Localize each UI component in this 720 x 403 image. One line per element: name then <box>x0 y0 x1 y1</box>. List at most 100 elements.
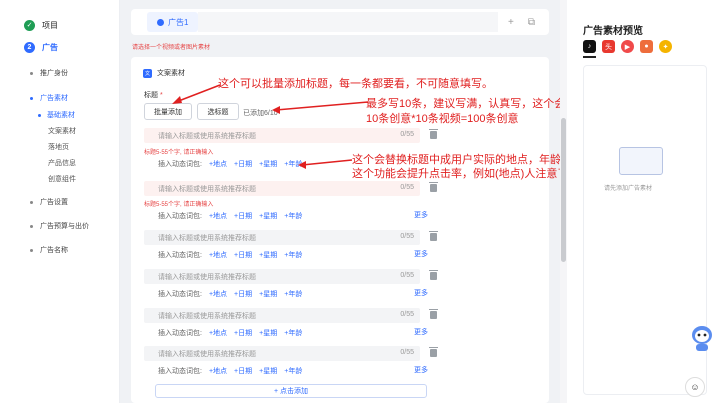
required-mark: * <box>159 92 163 99</box>
tag-location[interactable]: +地点 <box>209 250 227 260</box>
tiktok-icon[interactable]: ♪ <box>583 40 596 53</box>
tag-date[interactable]: +日期 <box>234 211 252 221</box>
click-add-button[interactable]: + 点击添加 <box>155 384 427 398</box>
sidebar-item-ad-name[interactable]: 广告名称 <box>0 241 119 259</box>
title-input[interactable]: 请输入标题或使用系统推荐标题 0/55 <box>144 230 420 245</box>
copy-tab-icon[interactable]: ⧉ <box>528 17 535 28</box>
title-input[interactable]: 请输入标题或使用系统推荐标题 0/55 <box>144 346 420 361</box>
title-input[interactable]: 请输入标题或使用系统推荐标题 0/55 <box>144 128 420 143</box>
dynamic-words-row: 插入动态词包: +地点 +日期 +星期 +年龄 <box>144 288 424 300</box>
annotation-arrow-icon <box>272 101 369 114</box>
tag-weekday[interactable]: +星期 <box>259 289 277 299</box>
annotation-arrow-icon <box>172 84 221 104</box>
tag-age[interactable]: +年龄 <box>284 366 302 376</box>
sidebar: ✓ 项目 2 广告 推广身份 广告素材 基础素材 文案素材 落地页 产品信息 创… <box>0 0 120 403</box>
annotation-batch-add: 这个可以批量添加标题，每一条都要看，不可随意填写。 <box>218 78 493 90</box>
step-project[interactable]: ✓ 项目 <box>0 14 119 36</box>
tag-location[interactable]: +地点 <box>209 289 227 299</box>
trash-icon[interactable] <box>429 182 438 192</box>
sidebar-leaf-copy[interactable]: 文案素材 <box>0 123 119 139</box>
preview-area <box>583 65 707 395</box>
card-title: 文案素材 <box>157 70 185 77</box>
tag-date[interactable]: +日期 <box>234 250 252 260</box>
error-text: 标题5-55个字, 请正确输入 <box>144 150 214 156</box>
insert-label: 插入动态词包: <box>158 161 202 168</box>
char-count: 0/55 <box>400 272 414 279</box>
sidebar-leaf-creative-components[interactable]: 创意组件 <box>0 171 119 187</box>
bullet-icon <box>30 248 33 252</box>
sidebar-leaf-landing-page[interactable]: 落地页 <box>0 139 119 155</box>
more-link[interactable]: 更多 <box>414 327 428 337</box>
more-link[interactable]: 更多 <box>414 210 428 220</box>
scrollbar-thumb[interactable] <box>561 118 566 262</box>
dynamic-words-row: 插入动态词包: +地点 +日期 +星期 +年龄 <box>144 327 424 339</box>
char-count: 0/55 <box>400 233 414 240</box>
title-placeholder: 请输入标题或使用系统推荐标题 <box>158 234 256 242</box>
more-link[interactable]: 更多 <box>414 288 428 298</box>
more-link[interactable]: 更多 <box>414 249 428 259</box>
tag-age[interactable]: +年龄 <box>284 328 302 338</box>
tag-date[interactable]: +日期 <box>234 159 252 169</box>
step-ad[interactable]: 2 广告 <box>0 36 119 58</box>
add-tab-icon[interactable]: + <box>508 17 514 28</box>
trash-icon[interactable] <box>429 270 438 280</box>
insert-label: 插入动态词包: <box>158 330 202 337</box>
bullet-icon <box>30 224 33 228</box>
tag-weekday[interactable]: +星期 <box>259 328 277 338</box>
tag-location[interactable]: +地点 <box>209 366 227 376</box>
tab-ad-1[interactable]: 广告1 <box>147 12 199 32</box>
sidebar-item-budget-bid[interactable]: 广告预算与出价 <box>0 217 119 235</box>
title-input[interactable]: 请输入标题或使用系统推荐标题 0/55 <box>144 308 420 323</box>
tag-age[interactable]: +年龄 <box>284 289 302 299</box>
tab-spacer <box>198 12 499 32</box>
active-platform-indicator <box>583 56 596 58</box>
more-link[interactable]: 更多 <box>414 365 428 375</box>
dynamic-words-row: 插入动态词包: +地点 +日期 +星期 +年龄 <box>144 249 424 261</box>
sidebar-item-ad-creative[interactable]: 广告素材 <box>0 89 119 107</box>
tag-age[interactable]: +年龄 <box>284 211 302 221</box>
sidebar-item-promo-identity[interactable]: 推广身份 <box>0 64 119 82</box>
bullet-icon <box>30 200 33 204</box>
trash-icon[interactable] <box>429 347 438 357</box>
material-hint: 请选择一个视频或者图片素材 <box>132 45 211 51</box>
xigua-icon[interactable]: ▶ <box>621 40 634 53</box>
toutiao-icon[interactable]: 头 <box>602 40 615 53</box>
sidebar-subitem-basic-creative[interactable]: 基础素材 <box>0 107 119 123</box>
tag-weekday[interactable]: +星期 <box>259 211 277 221</box>
title-placeholder: 请输入标题或使用系统推荐标题 <box>158 185 256 193</box>
tag-weekday[interactable]: +星期 <box>259 159 277 169</box>
title-input[interactable]: 请输入标题或使用系统推荐标题 0/55 <box>144 269 420 284</box>
insert-label: 插入动态词包: <box>158 252 202 259</box>
assistant-robot-icon[interactable] <box>690 322 714 352</box>
trash-icon[interactable] <box>429 309 438 319</box>
title-placeholder: 请输入标题或使用系统推荐标题 <box>158 273 256 281</box>
fanqie-icon[interactable]: ● <box>640 40 653 53</box>
tag-date[interactable]: +日期 <box>234 289 252 299</box>
ad-tab-bar: 广告1 + ⧉ <box>131 9 549 35</box>
char-count: 0/55 <box>400 349 414 356</box>
bullet-icon <box>30 96 33 100</box>
tag-weekday[interactable]: +星期 <box>259 366 277 376</box>
tag-age[interactable]: +年龄 <box>284 250 302 260</box>
sidebar-item-label: 广告名称 <box>40 247 68 254</box>
annotation-max-titles-2: 10条创意*10条视频=100条创意 <box>366 113 519 125</box>
trash-icon[interactable] <box>429 231 438 241</box>
pangle-icon[interactable]: ✦ <box>659 40 672 53</box>
tab-icon <box>157 18 164 26</box>
trash-icon[interactable] <box>429 129 438 139</box>
step-label: 广告 <box>42 42 58 52</box>
tag-date[interactable]: +日期 <box>234 328 252 338</box>
char-count: 0/55 <box>400 311 414 318</box>
insert-label: 插入动态词包: <box>158 291 202 298</box>
feedback-icon[interactable]: ☺ <box>685 377 705 397</box>
tag-date[interactable]: +日期 <box>234 366 252 376</box>
tab-actions: + ⧉ <box>498 17 549 28</box>
bullet-icon <box>30 71 33 75</box>
tag-weekday[interactable]: +星期 <box>259 250 277 260</box>
sidebar-leaf-product-info[interactable]: 产品信息 <box>0 155 119 171</box>
title-input[interactable]: 请输入标题或使用系统推荐标题 0/55 <box>144 181 420 196</box>
sidebar-item-ad-settings[interactable]: 广告设置 <box>0 193 119 211</box>
tag-location[interactable]: +地点 <box>209 159 227 169</box>
tag-location[interactable]: +地点 <box>209 211 227 221</box>
tag-location[interactable]: +地点 <box>209 328 227 338</box>
